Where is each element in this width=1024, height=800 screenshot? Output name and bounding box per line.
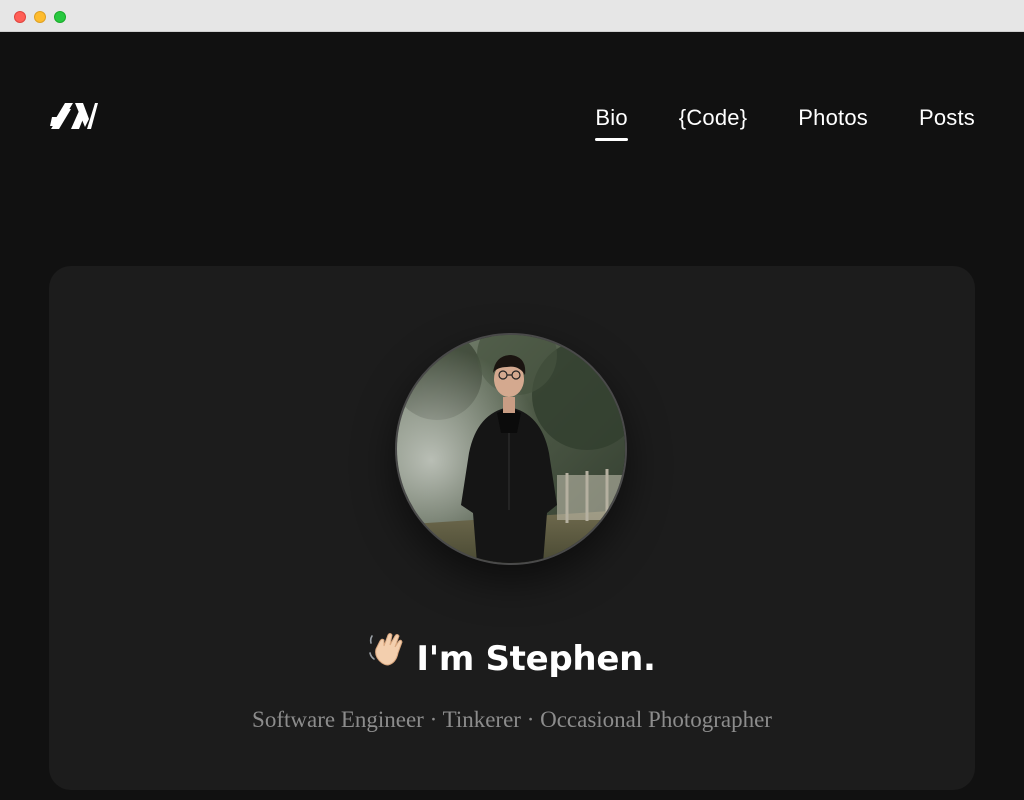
nav-item-bio-label: Bio <box>595 105 628 130</box>
nav-item-photos-label: Photos <box>798 105 868 130</box>
avatar <box>395 333 627 565</box>
site-header: Bio {Code} Photos Posts <box>0 32 1024 204</box>
greeting-heading: I'm Stephen. <box>49 633 975 684</box>
tagline: Software Engineer · Tinkerer · Occasiona… <box>252 707 772 732</box>
bio-card: I'm Stephen. Software Engineer · Tinkere… <box>49 266 975 790</box>
profile-photo-image <box>397 335 625 563</box>
greeting-text: I'm Stephen. <box>416 638 656 679</box>
site-logo[interactable] <box>49 101 99 131</box>
waving-hand-icon <box>368 629 408 683</box>
minimize-window-button[interactable] <box>34 11 46 23</box>
maximize-window-button[interactable] <box>54 11 66 23</box>
nav-item-code-label: {Code} <box>678 105 748 130</box>
main-nav: Bio {Code} Photos Posts <box>595 104 975 141</box>
nav-item-code[interactable]: {Code} <box>679 104 748 132</box>
sn-logo-icon <box>50 103 98 129</box>
browser-window: Bio {Code} Photos Posts I'm Stephen. Sof… <box>0 0 1024 800</box>
nav-item-posts-label: Posts <box>918 105 975 130</box>
nav-item-posts[interactable]: Posts <box>919 104 975 132</box>
window-titlebar <box>0 0 1024 32</box>
nav-item-photos[interactable]: Photos <box>798 104 868 132</box>
nav-item-bio[interactable]: Bio <box>595 104 628 141</box>
active-nav-indicator <box>595 138 628 141</box>
close-window-button[interactable] <box>14 11 26 23</box>
